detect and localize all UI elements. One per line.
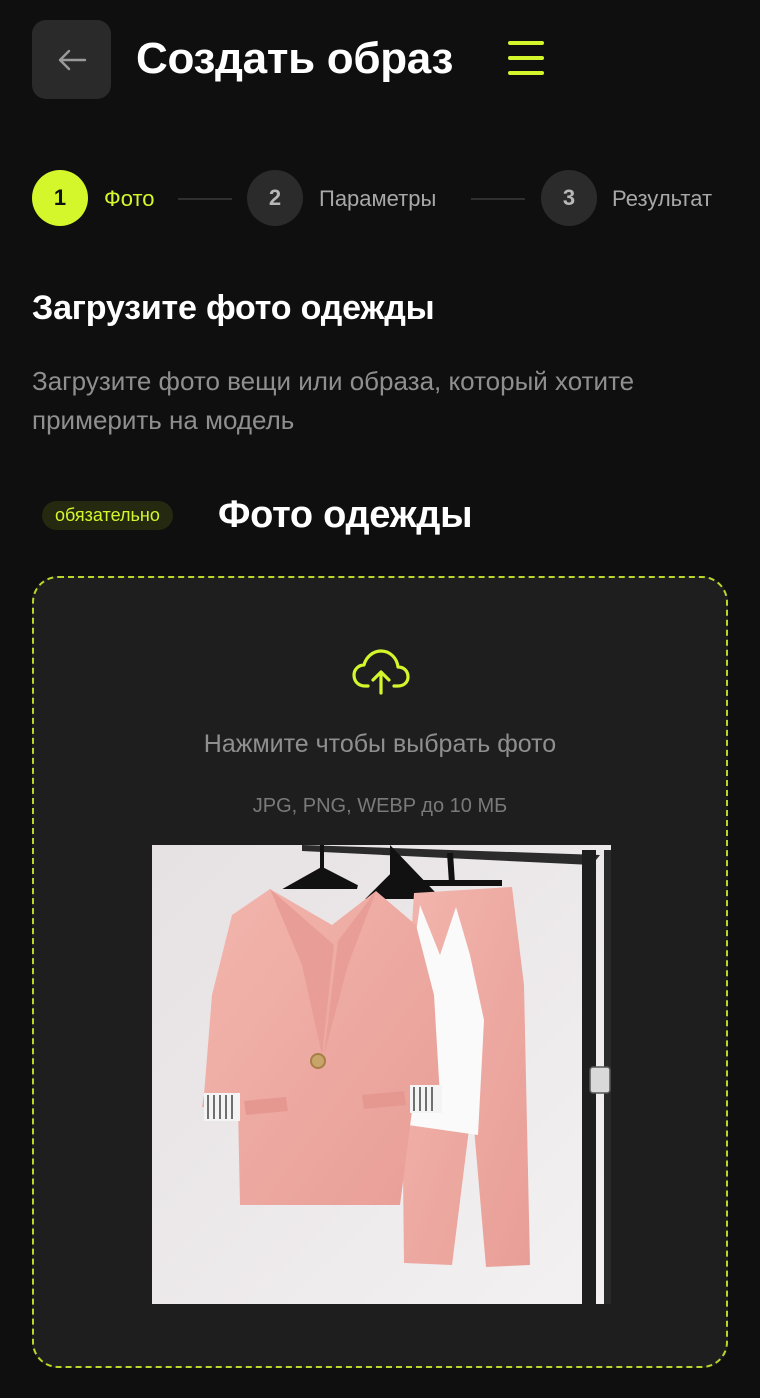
stepper: 1 Фото 2 Параметры 3 Результат <box>32 170 732 227</box>
cloud-upload-icon <box>352 649 410 695</box>
menu-button[interactable] <box>508 41 548 81</box>
arrow-left-icon <box>58 49 86 70</box>
back-button[interactable] <box>32 20 111 99</box>
step-connector <box>178 198 232 200</box>
step-connector <box>471 198 525 200</box>
section-description: Загрузите фото вещи или образа, который … <box>32 366 635 435</box>
step-1-label[interactable]: Фото <box>104 186 155 212</box>
photo-upload-dropzone[interactable]: Нажмите чтобы выбрать фото JPG, PNG, WEB… <box>32 576 728 1368</box>
field-title: Фото одежды <box>218 494 473 536</box>
page-title: Создать образ <box>136 34 454 83</box>
required-badge: обязательно <box>42 501 173 530</box>
section-title: Загрузите фото одежды <box>32 289 435 327</box>
clothing-photo <box>152 845 611 1304</box>
step-2-label[interactable]: Параметры <box>319 186 436 212</box>
step-1-indicator[interactable]: 1 <box>32 170 88 226</box>
step-2-indicator[interactable]: 2 <box>247 170 303 226</box>
uploaded-photo-preview[interactable] <box>152 845 611 1304</box>
hamburger-menu-icon <box>508 41 544 45</box>
step-3-label[interactable]: Результат <box>612 186 712 212</box>
upload-formats: JPG, PNG, WEBP до 10 МБ <box>252 795 508 817</box>
upload-hint: Нажмите чтобы выбрать фото <box>203 730 557 758</box>
create-look-screen: Создать образ 1 Фото 2 Параметры 3 Резул… <box>0 0 760 1398</box>
step-3-indicator[interactable]: 3 <box>541 170 597 226</box>
